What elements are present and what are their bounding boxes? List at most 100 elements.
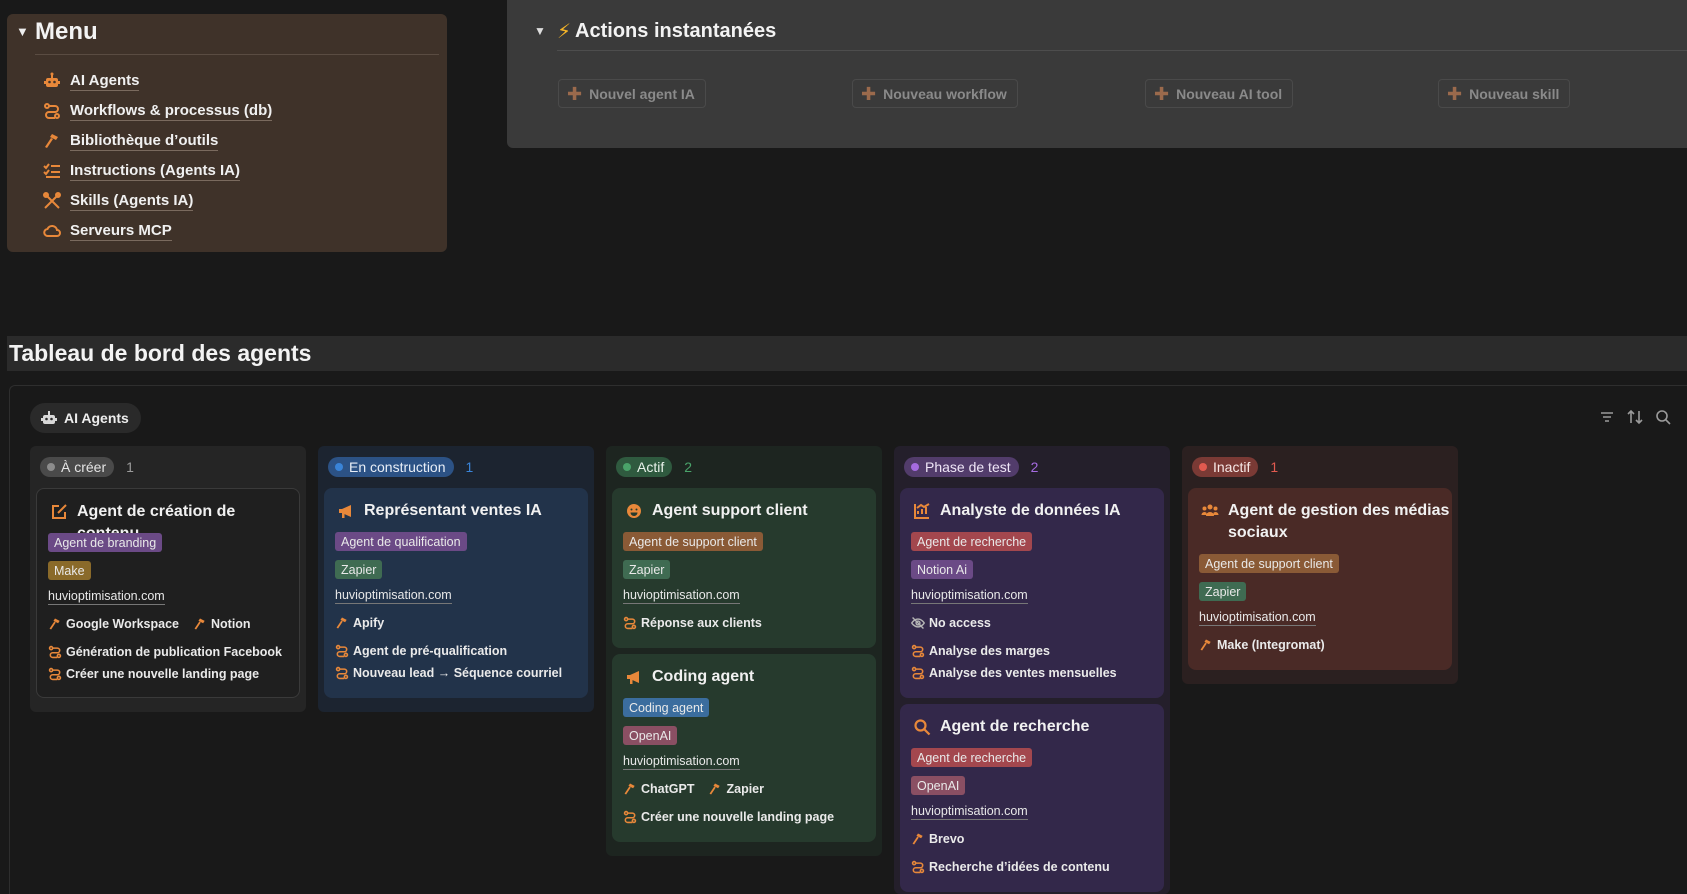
workflow-relation[interactable]: Agent de pré-qualification: [335, 642, 507, 660]
workflow-relation[interactable]: Créer une nouvelle landing page: [48, 665, 259, 683]
role-tag: Agent de branding: [48, 533, 163, 552]
column-count: 1: [126, 459, 134, 475]
workflow-relation[interactable]: Nouveau lead → Séquence courriel: [335, 664, 562, 682]
smiley-icon: [625, 502, 643, 520]
dashboard-title: Tableau de bord des agents: [9, 340, 312, 366]
menu-item-instructions[interactable]: Instructions (Agents IA): [43, 160, 241, 182]
route-icon: [911, 666, 925, 680]
card-title: Analyste de données IA: [913, 500, 1121, 522]
column-count: 2: [684, 459, 693, 475]
route-icon: [911, 860, 925, 874]
filter-icon[interactable]: [1598, 408, 1616, 426]
website-link[interactable]: huvioptimisation.com: [623, 588, 740, 604]
hammer-icon: [43, 132, 61, 150]
agent-card[interactable]: Analyste de données IA Agent de recherch…: [900, 488, 1164, 698]
workflow-relation[interactable]: Analyse des ventes mensuelles: [911, 664, 1117, 682]
column-count: 2: [1030, 459, 1039, 475]
agent-card[interactable]: Agent de gestion des médias sociaux Agen…: [1188, 488, 1452, 670]
website-link[interactable]: huvioptimisation.com: [48, 589, 165, 605]
robot-icon: [43, 72, 61, 90]
status-badge[interactable]: À créer: [40, 457, 115, 477]
route-icon: [48, 667, 62, 681]
platform-tag: OpenAI: [623, 726, 678, 745]
role-tag: Agent de recherche: [911, 532, 1033, 551]
plus-icon: ✚: [567, 83, 583, 104]
card-title: Représentant ventes IA: [337, 500, 542, 522]
board-column-inactive: Inactif 1 Agent de gestion des médias so…: [1182, 446, 1458, 684]
agent-card[interactable]: Agent support client Agent de support cl…: [612, 488, 876, 648]
card-title: Agent support client: [625, 500, 808, 522]
platform-tag: Make: [48, 561, 91, 580]
agent-card[interactable]: Agent de recherche Agent de recherche Op…: [900, 704, 1164, 892]
agent-card[interactable]: Agent de création de contenu Agent de br…: [36, 488, 300, 698]
workflow-relation[interactable]: Créer une nouvelle landing page: [623, 808, 834, 826]
agent-card[interactable]: Coding agent Coding agent OpenAI huviopt…: [612, 654, 876, 842]
website-link[interactable]: huvioptimisation.com: [335, 588, 452, 604]
tools-relation: Google Workspace Notion: [48, 615, 251, 633]
card-title: Agent de gestion des médias sociaux: [1201, 500, 1449, 544]
plus-icon: ✚: [1154, 83, 1170, 104]
route-icon: [911, 644, 925, 658]
sort-icon[interactable]: [1626, 408, 1644, 426]
route-icon: [623, 616, 637, 630]
website-link[interactable]: huvioptimisation.com: [911, 804, 1028, 820]
menu-title: Menu: [35, 18, 98, 45]
workflow-relation[interactable]: Analyse des marges: [911, 642, 1050, 660]
new-ai-tool-button[interactable]: ✚ Nouveau AI tool: [1145, 79, 1294, 108]
route-icon: [335, 666, 349, 680]
actions-toggle-arrow[interactable]: ▼: [534, 24, 546, 38]
plus-icon: ✚: [1447, 83, 1463, 104]
platform-tag: Notion Ai: [911, 560, 974, 579]
plus-icon: ✚: [861, 83, 877, 104]
new-ai-agent-button[interactable]: ✚ Nouvel agent IA: [558, 79, 706, 108]
hammer-icon: [335, 616, 349, 630]
view-tab-ai-agents[interactable]: AI Agents: [30, 403, 141, 433]
status-badge[interactable]: Inactif: [1192, 457, 1259, 477]
role-tag: Agent de recherche: [911, 748, 1033, 767]
agent-card[interactable]: Représentant ventes IA Agent de qualific…: [324, 488, 588, 698]
menu-toggle-arrow[interactable]: ▼: [16, 24, 29, 39]
column-header: Phase de test 2: [904, 457, 1038, 477]
menu-item-skills[interactable]: Skills (Agents IA): [43, 190, 194, 212]
hammer-icon: [623, 782, 637, 796]
cloud-icon: [43, 222, 61, 240]
status-badge[interactable]: En construction: [328, 457, 454, 477]
status-badge[interactable]: Actif: [616, 457, 673, 477]
card-title: Agent de recherche: [913, 716, 1089, 738]
eye-off-icon: [911, 616, 925, 630]
website-link[interactable]: huvioptimisation.com: [1199, 610, 1316, 626]
website-link[interactable]: huvioptimisation.com: [623, 754, 740, 770]
platform-tag: Zapier: [335, 560, 383, 579]
role-tag: Agent de support client: [1199, 554, 1339, 573]
menu-item-ai-agents[interactable]: AI Agents: [43, 70, 140, 92]
workflow-relation[interactable]: Génération de publication Facebook: [48, 643, 282, 661]
search-icon[interactable]: [1654, 408, 1672, 426]
new-skill-button[interactable]: ✚ Nouveau skill: [1438, 79, 1571, 108]
route-icon: [335, 644, 349, 658]
workflow-relation[interactable]: Réponse aux clients: [623, 614, 762, 632]
tools-relation: Make (Integromat): [1199, 636, 1325, 654]
role-tag: Coding agent: [623, 698, 710, 717]
menu-item-mcp-servers[interactable]: Serveurs MCP: [43, 220, 172, 242]
robot-icon: [40, 409, 58, 427]
menu-item-library[interactable]: Bibliothèque d’outils: [43, 130, 219, 152]
column-header: À créer 1: [40, 457, 134, 477]
role-tag: Agent de support client: [623, 532, 763, 551]
status-badge[interactable]: Phase de test: [904, 457, 1019, 477]
tools-cross-icon: [43, 192, 61, 210]
actions-divider: [557, 50, 1687, 51]
lightning-icon: ⚡: [557, 21, 572, 43]
actions-title: ⚡ Actions instantanées: [557, 20, 777, 43]
megaphone-icon: [337, 502, 355, 520]
tools-relation: ChatGPT Zapier: [623, 780, 764, 798]
platform-tag: OpenAI: [911, 776, 966, 795]
menu-item-workflows[interactable]: Workflows & processus (db): [43, 100, 273, 122]
website-link[interactable]: huvioptimisation.com: [911, 588, 1028, 604]
new-workflow-button[interactable]: ✚ Nouveau workflow: [852, 79, 1018, 108]
access-status: No access: [911, 614, 991, 632]
hammer-icon: [193, 617, 207, 631]
tools-relation: Apify: [335, 614, 384, 632]
platform-tag: Zapier: [623, 560, 671, 579]
hammer-icon: [911, 832, 925, 846]
workflow-relation[interactable]: Recherche d’idées de contenu: [911, 858, 1110, 876]
